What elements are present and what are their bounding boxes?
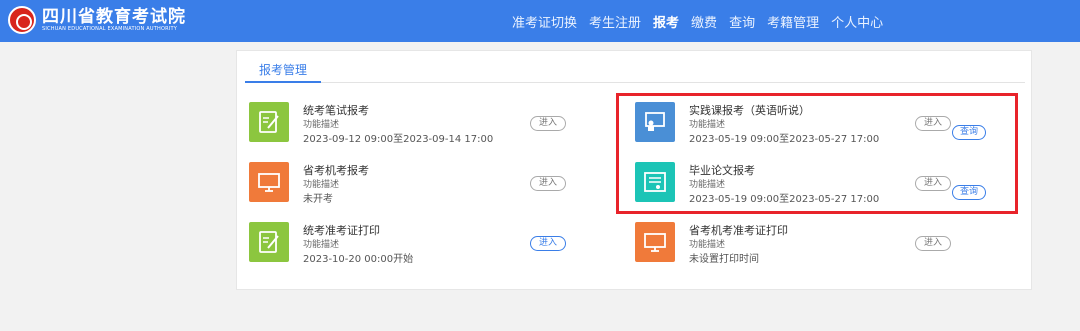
highlight-box bbox=[616, 93, 1018, 214]
nav-item-profile[interactable]: 个人中心 bbox=[831, 12, 883, 31]
top-bar: 四川省教育考试院 SICHUAN EDUCATIONAL EXAMINATION… bbox=[0, 0, 1080, 42]
item-desc: 功能描述 bbox=[303, 120, 340, 130]
nav-item-query[interactable]: 查询 bbox=[729, 12, 755, 31]
item-title: 省考机考报考 bbox=[303, 164, 369, 177]
logo-title: 四川省教育考试院 bbox=[42, 6, 186, 27]
item-time: 未设置打印时间 bbox=[689, 254, 759, 265]
item-title: 省考机考准考证打印 bbox=[689, 224, 788, 237]
enter-button[interactable]: 进入 bbox=[915, 236, 951, 251]
pen-notebook-icon bbox=[249, 102, 289, 142]
enter-button[interactable]: 进入 bbox=[530, 176, 566, 191]
main-nav: 准考证切换 考生注册 报考 缴费 查询 考籍管理 个人中心 bbox=[500, 0, 883, 42]
item-desc: 功能描述 bbox=[303, 180, 340, 190]
enter-button[interactable]: 进入 bbox=[530, 236, 566, 251]
list-item-written-exam: 统考笔试报考 功能描述 2023-09-12 09:00至2023-09-14 … bbox=[237, 102, 617, 158]
enter-button[interactable]: 进入 bbox=[530, 116, 566, 131]
item-desc: 功能描述 bbox=[689, 240, 726, 250]
list-item-provincial-admission-print: 省考机考准考证打印 功能描述 未设置打印时间 进入 bbox=[623, 222, 1003, 278]
item-time: 未开考 bbox=[303, 194, 333, 205]
monitor-exam-icon bbox=[249, 162, 289, 202]
nav-item-register[interactable]: 考生注册 bbox=[589, 12, 641, 31]
item-desc: 功能描述 bbox=[303, 240, 340, 250]
pen-notebook-icon bbox=[249, 222, 289, 262]
logo-subtitle: SICHUAN EDUCATIONAL EXAMINATION AUTHORIT… bbox=[42, 25, 177, 32]
list-item-provincial-exam: 省考机考报考 功能描述 未开考 进入 bbox=[237, 162, 617, 218]
nav-item-payment[interactable]: 缴费 bbox=[691, 12, 717, 31]
item-title: 统考笔试报考 bbox=[303, 104, 369, 117]
list-item-admission-print: 统考准考证打印 功能描述 2023-10-20 00:00开始 进入 bbox=[237, 222, 617, 278]
nav-item-apply[interactable]: 报考 bbox=[653, 12, 679, 31]
item-title: 统考准考证打印 bbox=[303, 224, 380, 237]
tab-bar: 报考管理 bbox=[245, 61, 1025, 83]
item-time: 2023-10-20 00:00开始 bbox=[303, 254, 414, 265]
nav-item-records[interactable]: 考籍管理 bbox=[767, 12, 819, 31]
item-time: 2023-09-12 09:00至2023-09-14 17:00 bbox=[303, 134, 494, 145]
site-logo[interactable]: 四川省教育考试院 SICHUAN EDUCATIONAL EXAMINATION… bbox=[8, 6, 186, 34]
monitor-exam-icon bbox=[635, 222, 675, 262]
tab-apply-management[interactable]: 报考管理 bbox=[245, 61, 321, 83]
logo-emblem-icon bbox=[8, 6, 36, 34]
nav-item-admission-switch[interactable]: 准考证切换 bbox=[512, 12, 577, 31]
